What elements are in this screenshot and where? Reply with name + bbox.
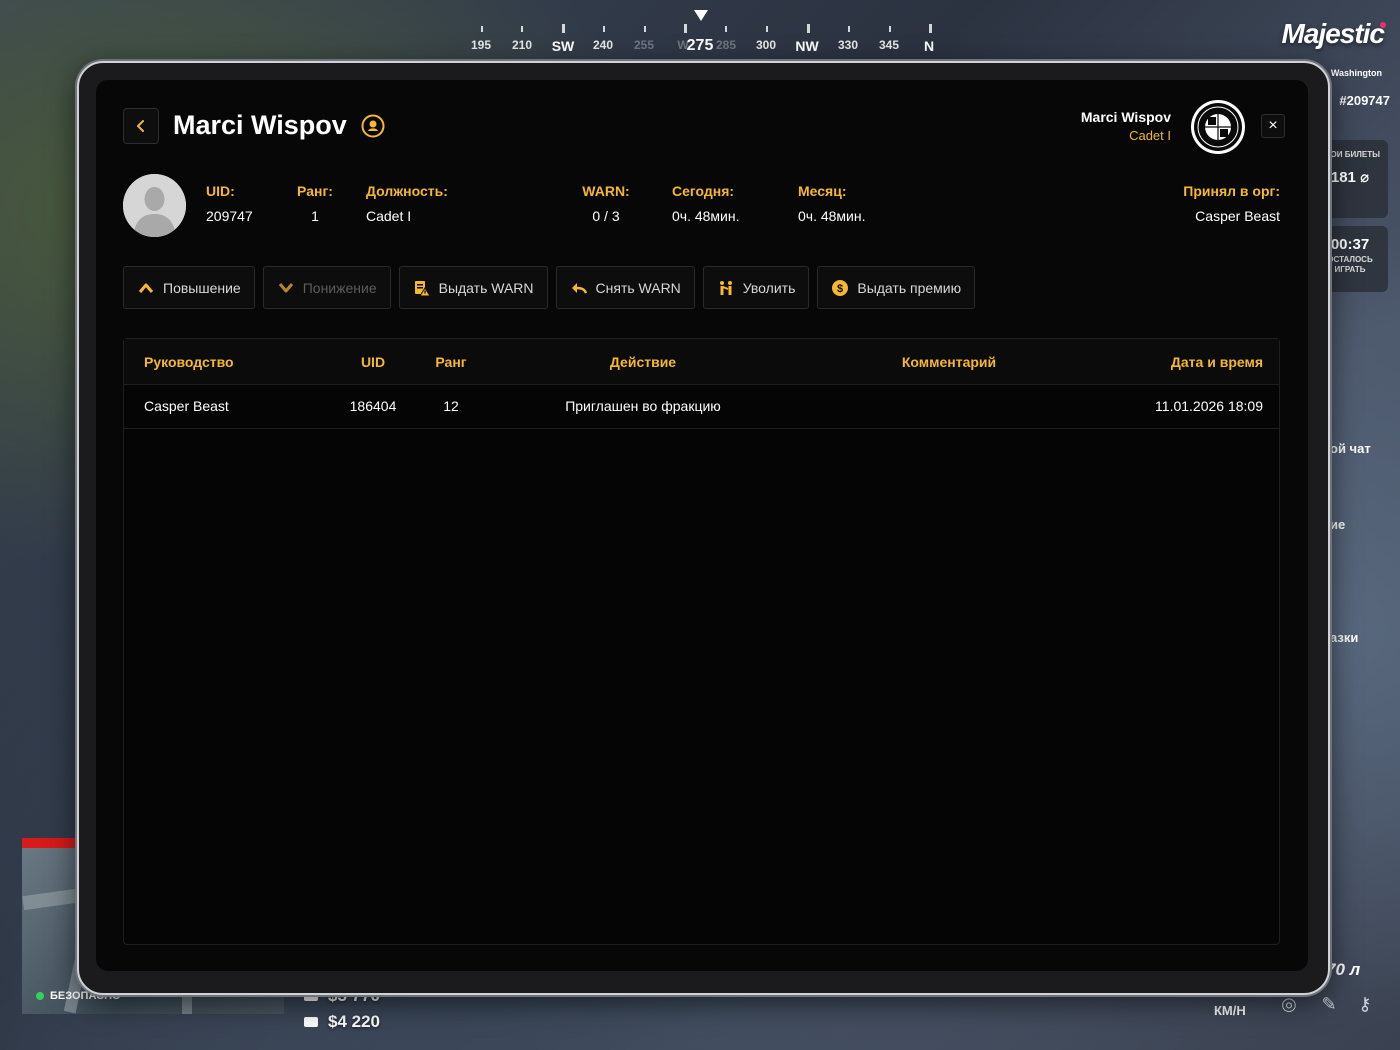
header-user-rank: Cadet I (1129, 128, 1171, 143)
remove-warn-button-label: Снять WARN (595, 279, 681, 296)
fire-person-icon (719, 280, 732, 295)
hud-player-id: #209747 (1339, 93, 1390, 108)
compass-heading-arrow-icon (694, 10, 708, 21)
info-position: Должность: Cadet I (366, 183, 448, 224)
issue-warn-button-label: Выдать WARN (438, 279, 534, 296)
svg-text:$: $ (837, 283, 843, 295)
engine-icon: ◎ (1281, 994, 1297, 1014)
avatar (123, 174, 186, 237)
compass-label: 330 (837, 38, 859, 52)
chevron-up-icon (138, 283, 154, 293)
compass-label: SW (551, 38, 575, 54)
compass-label: 300 (755, 38, 777, 52)
info-month: Месяц: 0ч. 48мин. (798, 183, 866, 224)
cell-datetime: 11.01.2026 18:09 (1155, 398, 1263, 414)
issue-warn-button[interactable]: Выдать WARN (398, 266, 548, 309)
brand-dot-icon (1380, 22, 1386, 28)
promote-button[interactable]: Повышение (123, 266, 255, 309)
demote-button[interactable]: Понижение (262, 266, 391, 309)
hud-city: Washington (1330, 68, 1382, 78)
compass-current: 275 (686, 37, 714, 54)
safe-zone-icon (36, 992, 44, 1000)
chevron-left-icon (137, 120, 144, 132)
compass: 195 210 SW 240 255 W 275 285 300 NW 330 … (460, 0, 950, 60)
header-user-name: Marci Wispov (1080, 109, 1171, 125)
info-uid: UID: 209747 (206, 183, 253, 224)
compass-label: 285 (715, 38, 737, 52)
info-warn-label: WARN: (582, 183, 630, 199)
info-accepted-by: Принял в орг: Casper Beast (1183, 183, 1280, 224)
action-bar: Повышение Понижение Выдать WARN Снять WA… (123, 266, 976, 309)
key-icon: ⚷ (1358, 994, 1372, 1014)
close-button[interactable]: × (1261, 114, 1285, 138)
column-header-uid: UID (360, 354, 386, 370)
table-header: Руководство UID Ранг Действие Комментари… (124, 339, 1279, 385)
bank-display: $4 220 (304, 1012, 380, 1032)
compass-label: 240 (592, 38, 614, 52)
info-month-label: Месяц: (798, 183, 847, 199)
info-today-value: 0ч. 48мин. (672, 208, 740, 224)
fuel-value: 70 л (1326, 960, 1361, 979)
info-accepted-label: Принял в орг: (1183, 183, 1280, 199)
default-avatar-icon (123, 174, 186, 237)
info-rank: Ранг: 1 (296, 183, 334, 224)
speed-unit: КМ/Н (1214, 1003, 1246, 1018)
table-row: Casper Beast 186404 12 Приглашен во фрак… (124, 385, 1279, 429)
bank-value: $4 220 (328, 1012, 380, 1031)
cell-rank: 12 (443, 398, 459, 414)
seatbelt-icon: ✎ (1321, 994, 1337, 1014)
coin-icon: $ (832, 279, 849, 296)
column-header-datetime: Дата и время (1170, 354, 1263, 370)
info-month-value: 0ч. 48мин. (798, 208, 866, 224)
back-button[interactable] (123, 108, 159, 144)
hud-side-chat[interactable]: ой чат (1330, 441, 1400, 456)
hud-side-item[interactable]: азки (1330, 630, 1400, 645)
promote-button-label: Повышение (163, 279, 241, 296)
give-bonus-button-label: Выдать премию (857, 279, 962, 296)
compass-label: NW (795, 38, 819, 54)
info-uid-label: UID: (206, 183, 235, 199)
column-header-rank: Ранг (435, 354, 467, 370)
chevron-down-icon (278, 282, 293, 292)
info-accepted-value: Casper Beast (1195, 208, 1280, 224)
history-table: Руководство UID Ранг Действие Комментари… (123, 338, 1280, 945)
info-rank-label: Ранг: (297, 183, 333, 199)
cell-uid: 186404 (349, 398, 397, 414)
info-position-value: Cadet I (366, 208, 412, 224)
info-position-label: Должность: (366, 183, 448, 199)
info-today: Сегодня: 0ч. 48мин. (672, 183, 740, 224)
brand-logo: Majestic (1281, 18, 1385, 49)
info-today-label: Сегодня: (672, 183, 735, 199)
demote-button-label: Понижение (302, 279, 377, 296)
compass-label: 195 (470, 38, 492, 52)
hud-side-item[interactable]: ие (1330, 517, 1400, 532)
dismiss-button-label: Уволить (742, 279, 796, 296)
ticket-icon: ⌀ (1360, 169, 1370, 186)
info-warn: WARN: 0 / 3 (578, 183, 634, 224)
card-icon (304, 1017, 318, 1027)
undo-arrow-icon (571, 282, 587, 294)
cell-leader: Casper Beast (144, 398, 229, 414)
compass-label: 210 (511, 38, 533, 52)
faction-seal-icon (1191, 100, 1245, 154)
remove-warn-button[interactable]: Снять WARN (555, 266, 695, 309)
page-title: Marci Wispov (173, 110, 347, 140)
tickets-value: 181 (1330, 169, 1356, 186)
cell-action: Приглашен во фракцию (565, 398, 721, 414)
info-uid-value: 209747 (206, 208, 253, 224)
dismiss-button[interactable]: Уволить (702, 266, 810, 309)
compass-label: 345 (878, 38, 900, 52)
compass-label: N (923, 38, 935, 54)
column-header-comment: Комментарий (901, 354, 997, 370)
column-header-leader: Руководство (144, 354, 234, 370)
warn-document-icon (414, 280, 431, 296)
info-warn-value: 0 / 3 (592, 208, 620, 224)
user-badge-icon (361, 114, 385, 138)
info-rank-value: 1 (311, 208, 319, 224)
give-bonus-button[interactable]: $ Выдать премию (817, 266, 976, 309)
column-header-action: Действие (609, 354, 677, 370)
compass-label: 255 (633, 38, 655, 52)
